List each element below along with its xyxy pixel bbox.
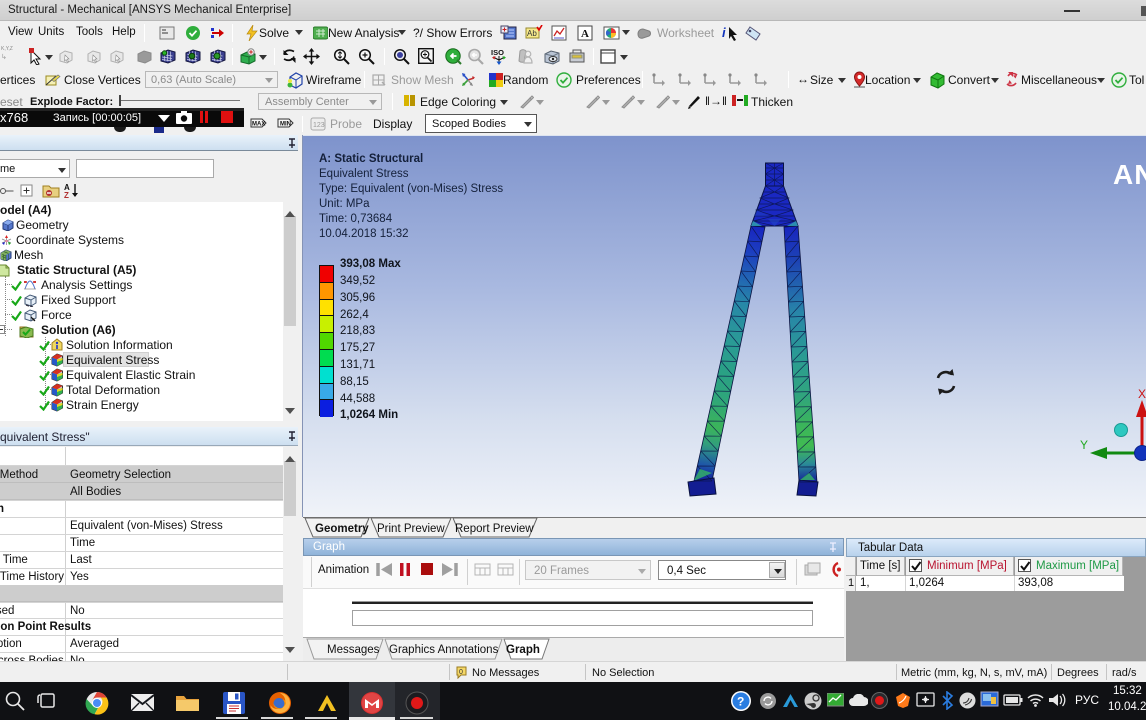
svg-text:A: A <box>581 28 589 40</box>
svg-text:Messages: Messages <box>327 644 380 656</box>
svg-text:Graph: Graph <box>506 644 540 656</box>
svg-text:123: 123 <box>313 122 325 129</box>
svg-text:X: X <box>1138 387 1146 401</box>
svg-text:Y: Y <box>1080 438 1088 452</box>
svg-text:Z: Z <box>64 191 69 199</box>
svg-text:Geometry: Geometry <box>315 523 369 535</box>
svg-text:ISO: ISO <box>491 48 504 57</box>
svg-text:?: ? <box>737 695 744 709</box>
svg-text:Graphics Annotations: Graphics Annotations <box>389 644 499 656</box>
svg-text:Report Preview: Report Preview <box>455 523 534 535</box>
svg-text:MIN: MIN <box>280 122 291 128</box>
svg-text:MAX: MAX <box>252 122 265 128</box>
svg-text:Print Preview: Print Preview <box>377 523 445 535</box>
svg-text:0: 0 <box>459 669 463 676</box>
svg-text:Ab: Ab <box>527 29 537 38</box>
